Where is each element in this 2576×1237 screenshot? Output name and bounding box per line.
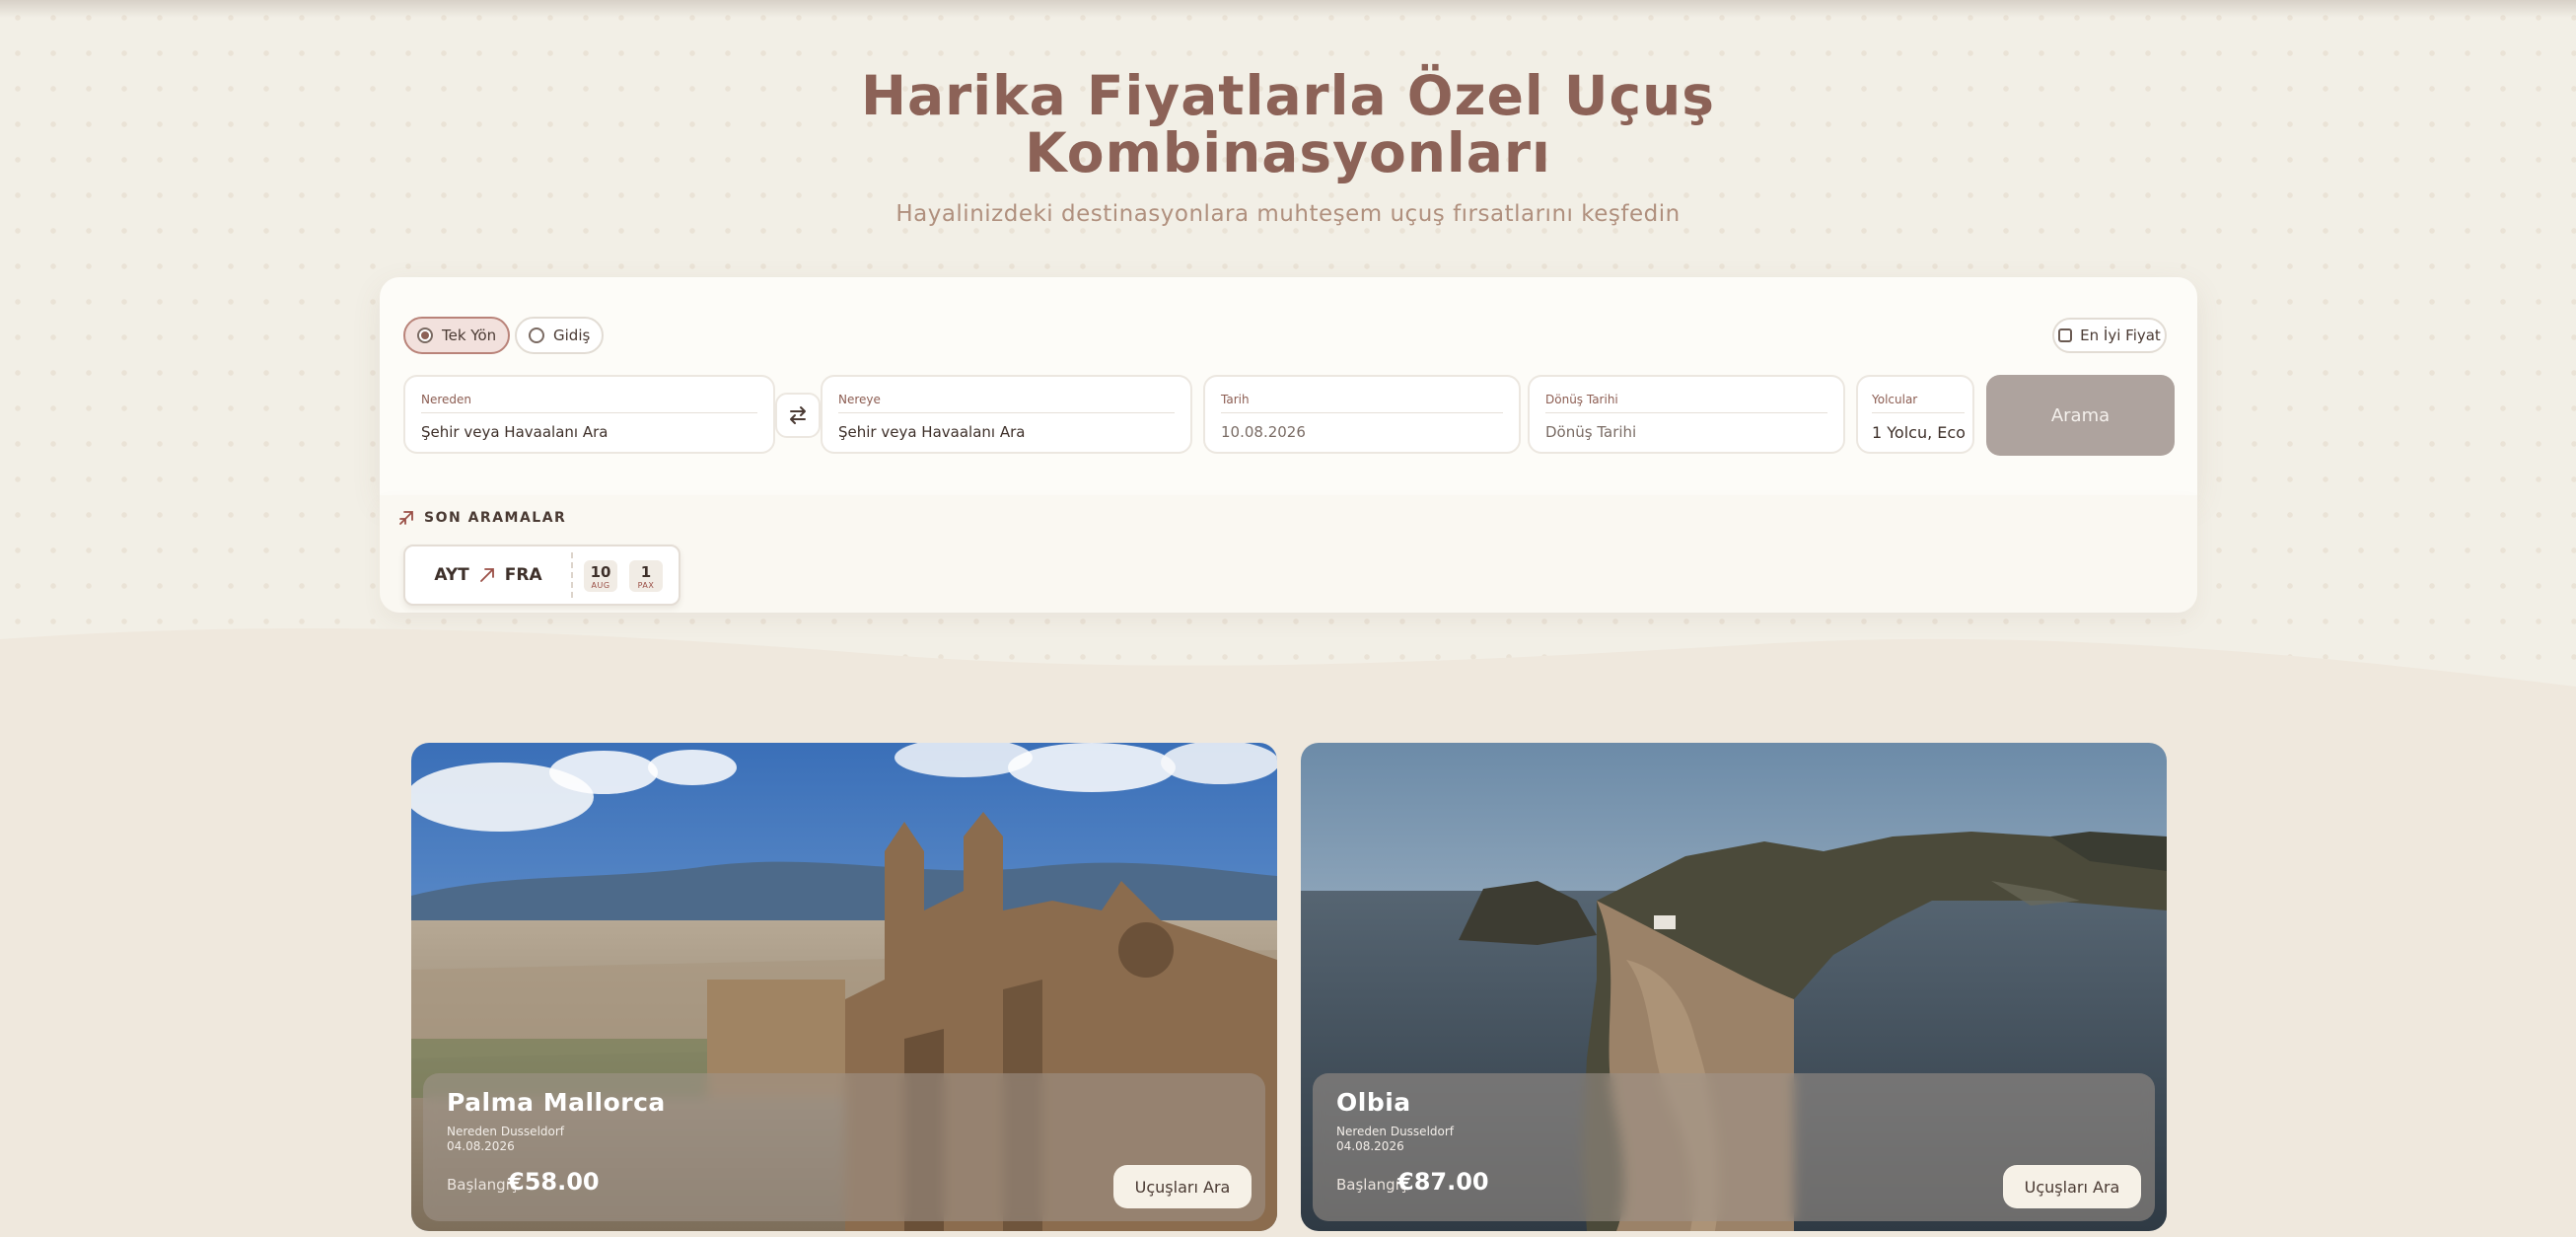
recent-from: AYT: [434, 565, 469, 585]
recent-day: 10: [590, 563, 611, 581]
recent-date-chip: 10 AUG: [584, 560, 617, 592]
from-input[interactable]: Şehir veya Havaalanı Ara: [421, 423, 757, 441]
destination-price: €58.00: [508, 1168, 600, 1196]
to-input[interactable]: Şehir veya Havaalanı Ara: [838, 423, 1175, 441]
from-label: Nereden: [421, 393, 757, 413]
page-title: Harika Fiyatlarla Özel Uçuş Kombinasyonl…: [860, 64, 1716, 184]
destination-info: Olbia Nereden Dusseldorf 04.08.2026 Başl…: [1313, 1073, 2155, 1221]
destination-price: €87.00: [1397, 1168, 1489, 1196]
top-shadow: [0, 0, 2576, 18]
return-date-label: Dönüş Tarihi: [1545, 393, 1827, 413]
recent-search-item[interactable]: AYT FRA 10 AUG 1 PAX: [403, 545, 680, 606]
destination-origin: Nereden Dusseldorf: [447, 1125, 565, 1138]
page-subtitle: Hayalinizdeki destinasyonlara muhteşem u…: [895, 201, 1681, 227]
plane-icon: [399, 511, 413, 525]
recent-searches-title: SON ARAMALAR: [424, 510, 567, 526]
swap-button[interactable]: [775, 393, 821, 438]
date-field[interactable]: Tarih 10.08.2026: [1203, 375, 1521, 454]
recent-pax-chip: 1 PAX: [629, 560, 663, 592]
destination-card-palma[interactable]: Palma Mallorca Nereden Dusseldorf 04.08.…: [411, 743, 1277, 1231]
trip-type-one-way[interactable]: Tek Yön: [403, 317, 511, 354]
trip-type-round-trip[interactable]: Gidiş: [515, 317, 605, 354]
recent-searches-heading: SON ARAMALAR: [398, 510, 566, 526]
destinations-background: [0, 691, 2576, 1237]
destination-name: Palma Mallorca: [447, 1088, 666, 1117]
best-price-label: En İyi Fiyat: [2080, 327, 2161, 344]
passengers-field[interactable]: Yolcular 1 Yolcu, Eco: [1856, 375, 1974, 454]
search-flights-button[interactable]: Uçuşları Ara: [2003, 1165, 2141, 1208]
passengers-label: Yolcular: [1872, 393, 1965, 413]
radio-icon: [417, 327, 433, 343]
destination-origin: Nereden Dusseldorf: [1336, 1125, 1455, 1138]
destination-card-olbia[interactable]: Olbia Nereden Dusseldorf 04.08.2026 Başl…: [1301, 743, 2167, 1231]
destination-info: Palma Mallorca Nereden Dusseldorf 04.08.…: [423, 1073, 1265, 1221]
destination-date: 04.08.2026: [447, 1139, 515, 1153]
search-flights-button[interactable]: Uçuşları Ara: [1113, 1165, 1252, 1208]
checkbox-icon: [2058, 328, 2073, 342]
radio-icon: [529, 327, 544, 343]
to-label: Nereye: [838, 393, 1175, 413]
return-date-field[interactable]: Dönüş Tarihi Dönüş Tarihi: [1528, 375, 1845, 454]
swap-icon: [790, 406, 806, 424]
from-field[interactable]: Nereden Şehir veya Havaalanı Ara: [403, 375, 775, 454]
recent-month: AUG: [591, 581, 610, 590]
recent-to: FRA: [504, 565, 542, 585]
trip-type-label: Gidiş: [553, 327, 591, 344]
trip-type-label: Tek Yön: [442, 327, 497, 344]
date-input[interactable]: 10.08.2026: [1221, 423, 1503, 441]
destination-date: 04.08.2026: [1336, 1139, 1404, 1153]
search-button[interactable]: Arama: [1986, 375, 2175, 456]
divider: [571, 552, 573, 598]
plane-icon: [479, 568, 494, 582]
date-label: Tarih: [1221, 393, 1503, 413]
wave-divider: [0, 628, 2576, 700]
recent-pax: 1: [640, 563, 652, 581]
destination-name: Olbia: [1336, 1088, 1411, 1117]
recent-pax-label: PAX: [637, 581, 655, 590]
recent-route: AYT FRA: [405, 546, 571, 604]
return-date-input[interactable]: Dönüş Tarihi: [1545, 423, 1827, 441]
best-price-checkbox[interactable]: En İyi Fiyat: [2052, 318, 2167, 353]
to-field[interactable]: Nereye Şehir veya Havaalanı Ara: [821, 375, 1192, 454]
passengers-input[interactable]: 1 Yolcu, Eco: [1872, 423, 1966, 442]
